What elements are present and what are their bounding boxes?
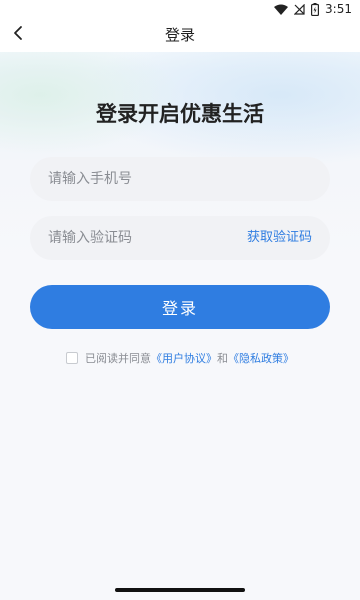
agreement-conjunction: 和 [217,352,228,365]
privacy-policy-link[interactable]: 《隐私政策》 [228,350,294,366]
phone-input[interactable] [48,157,248,201]
code-field: 获取验证码 [30,216,330,260]
nav-bar: 登录 [0,18,360,52]
get-code-button[interactable]: 获取验证码 [247,216,312,260]
status-bar: 3:51 [0,0,360,18]
login-button[interactable]: 登录 [30,285,330,329]
agreement-prefix: 已阅读并同意 [85,352,151,365]
verification-code-input[interactable] [48,216,248,260]
signal-off-icon [294,3,305,15]
login-form: 登录开启优惠生活 获取验证码 登录 已阅读并同意 《用户协议》 和 《隐私政策》 [0,0,360,600]
user-agreement-link[interactable]: 《用户协议》 [151,350,217,366]
home-indicator [115,588,245,592]
agreement-checkbox[interactable] [66,352,78,364]
page-title: 登录 [164,26,195,44]
phone-field [30,157,330,201]
status-time: 3:51 [325,2,352,16]
battery-charging-icon [311,2,320,16]
agreement-row: 已阅读并同意 《用户协议》 和 《隐私政策》 [0,350,360,366]
wifi-icon [274,4,289,15]
headline: 登录开启优惠生活 [96,102,264,126]
status-icons: 3:51 [274,2,352,16]
